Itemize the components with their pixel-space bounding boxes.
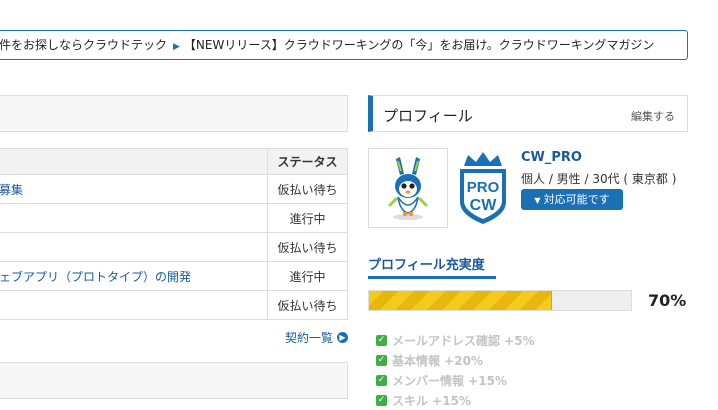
shield-badge-icon: PRO CW xyxy=(460,152,506,224)
checklist-label: スキル +15% xyxy=(392,393,471,408)
ticker-item-1[interactable]: 件をお探しならクラウドテック xyxy=(0,31,167,59)
list-item[interactable]: ✓ 基本情報 +20% xyxy=(376,350,535,370)
completeness-checklist: ✓ メールアドレス確認 +5% ✓ 基本情報 +20% ✓ メンバー情報 +15% ✓… xyxy=(376,330,535,410)
jobs-table: ステータス 募集 仮払い待ち 進行中 仮払い待ち ェブアプリ（プロトタイプ）の開… xyxy=(0,148,348,320)
checklist-label: 基本情報 +20% xyxy=(392,353,483,368)
completeness-title: プロフィール充実度 xyxy=(368,258,485,273)
profile-username[interactable]: CW_PRO xyxy=(521,150,582,165)
avatar[interactable] xyxy=(368,148,448,228)
job-status: 進行中 xyxy=(267,261,348,291)
mascot-avatar-icon xyxy=(388,157,428,220)
job-title-link[interactable] xyxy=(0,203,268,233)
profile-section-header: プロフィール 編集する xyxy=(368,95,688,132)
list-item[interactable]: ✓ スキル +15% xyxy=(376,390,535,410)
check-icon: ✓ xyxy=(376,334,387,346)
profile-title: プロフィール xyxy=(383,107,473,125)
status-column-header: ステータス xyxy=(267,148,348,175)
table-row: 進行中 xyxy=(0,203,348,233)
completeness-progress-bar xyxy=(368,290,632,311)
table-row: ェブアプリ（プロトタイプ）の開発 進行中 xyxy=(0,261,348,291)
job-status: 仮払い待ち xyxy=(267,232,348,262)
availability-label: 対応可能です xyxy=(543,193,610,206)
checklist-label: メールアドレス確認 +5% xyxy=(392,333,535,348)
circle-arrow-right-icon: ▶ xyxy=(337,332,348,343)
title-column-header xyxy=(0,148,268,175)
badge-text-line1: PRO xyxy=(467,179,500,196)
job-title-link[interactable]: ェブアプリ（プロトタイプ）の開発 xyxy=(0,261,268,291)
job-status: 仮払い待ち xyxy=(267,290,348,320)
list-item[interactable]: ✓ メンバー情報 +15% xyxy=(376,370,535,390)
table-row: 仮払い待ち xyxy=(0,290,348,320)
check-icon: ✓ xyxy=(376,394,387,406)
job-title-link[interactable] xyxy=(0,232,268,262)
table-row: 募集 仮払い待ち xyxy=(0,174,348,204)
check-icon: ✓ xyxy=(376,374,387,386)
availability-dropdown[interactable]: ▼ 対応可能です xyxy=(521,189,623,210)
triangle-right-icon: ▶ xyxy=(173,42,180,52)
pro-cw-badge: PRO CW xyxy=(456,150,510,226)
list-item[interactable]: ✓ メールアドレス確認 +5% xyxy=(376,330,535,350)
check-icon: ✓ xyxy=(376,354,387,366)
job-title-link[interactable]: 募集 xyxy=(0,174,268,204)
left-panel-header xyxy=(0,95,348,132)
completeness-underline xyxy=(368,276,496,279)
ticker-item-2-label: 【NEWリリース】クラウドワーキングの「今」をお届け。クラウドワーキングマガジン xyxy=(183,38,655,52)
edit-profile-link[interactable]: 編集する xyxy=(631,108,675,124)
completeness-progress-fill xyxy=(369,291,553,310)
left-panel-footer xyxy=(0,362,348,399)
badge-text-line2: CW xyxy=(470,197,498,214)
caret-down-icon: ▼ xyxy=(534,196,541,205)
completeness-percent: 70% xyxy=(648,291,687,310)
news-ticker: 件をお探しならクラウドテック ▶ 【NEWリリース】クラウドワーキングの「今」をお… xyxy=(0,30,688,60)
job-status: 進行中 xyxy=(267,203,348,233)
ticker-item-2[interactable]: ▶ 【NEWリリース】クラウドワーキングの「今」をお届け。クラウドワーキングマガジ… xyxy=(173,31,655,59)
table-header-row: ステータス xyxy=(0,148,348,175)
table-row: 仮払い待ち xyxy=(0,232,348,262)
job-status: 仮払い待ち xyxy=(267,174,348,204)
profile-info: 個人 / 男性 / 30代 ( 東京都 ) xyxy=(521,172,677,186)
contracts-list-link[interactable]: 契約一覧 ▶ xyxy=(285,329,348,346)
job-title-link[interactable] xyxy=(0,290,268,320)
checklist-label: メンバー情報 +15% xyxy=(392,373,507,388)
contracts-list-label: 契約一覧 xyxy=(284,331,333,345)
